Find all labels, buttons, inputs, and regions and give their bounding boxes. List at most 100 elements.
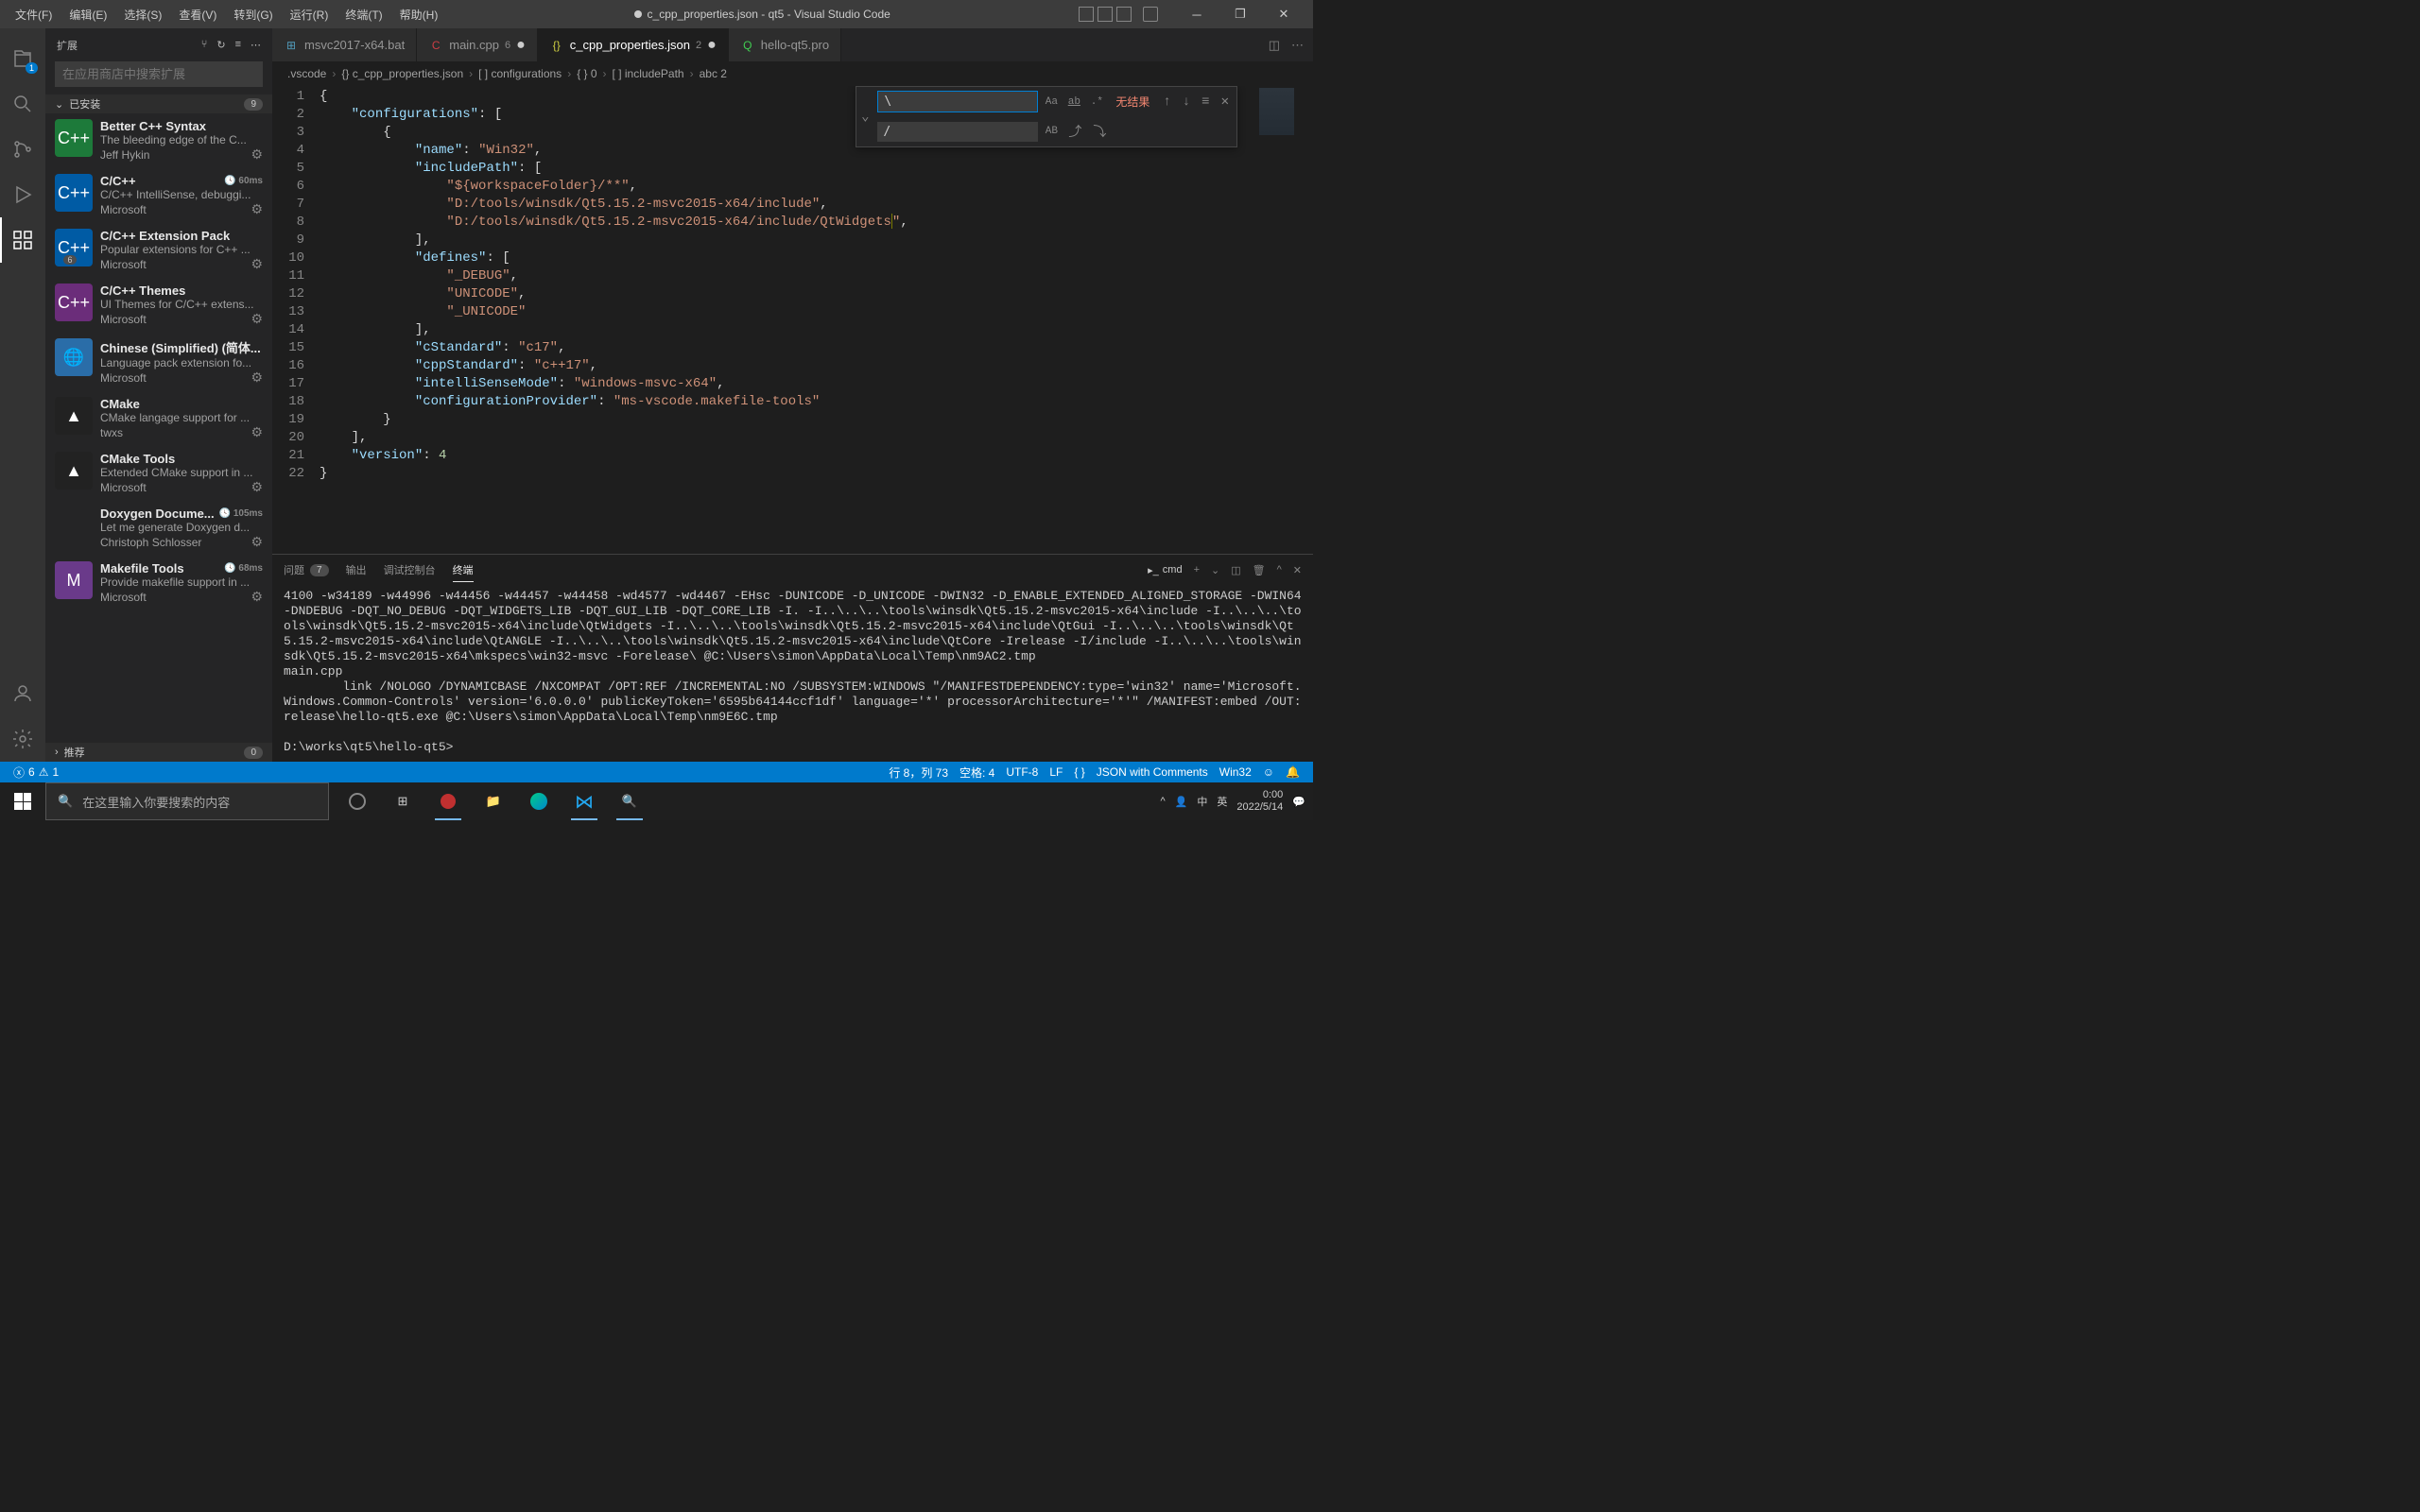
- extensions-search-input[interactable]: [55, 61, 263, 87]
- notifications-icon[interactable]: 💬: [1292, 796, 1305, 808]
- breadcrumb-item[interactable]: {} c_cpp_properties.json: [341, 67, 463, 80]
- terminal-shell-select[interactable]: ▸_ cmd: [1148, 564, 1182, 576]
- editor-tab[interactable]: Qhello-qt5.pro: [729, 28, 841, 61]
- more-actions-icon[interactable]: ⋯: [1291, 38, 1304, 53]
- gear-icon[interactable]: ⚙: [251, 589, 263, 605]
- filter-icon[interactable]: ⑂: [201, 39, 208, 51]
- panel-tab[interactable]: 调试控制台: [384, 558, 436, 581]
- tray-chevron-icon[interactable]: ^: [1160, 796, 1165, 807]
- task-view-icon[interactable]: ⊞: [382, 782, 424, 820]
- breadcrumb-item[interactable]: [ ] configurations: [478, 67, 562, 80]
- editor-body[interactable]: 12345678910111213141516171819202122 { "c…: [272, 86, 1313, 554]
- refresh-icon[interactable]: ↻: [216, 39, 225, 51]
- people-icon[interactable]: 👤: [1175, 796, 1188, 808]
- status-language[interactable]: JSON with Comments: [1091, 765, 1214, 781]
- find-in-selection-icon[interactable]: ≡: [1198, 93, 1213, 112]
- status-eol[interactable]: LF: [1044, 765, 1068, 781]
- everything-icon[interactable]: 🔍: [609, 782, 650, 820]
- new-terminal-icon[interactable]: +: [1194, 564, 1200, 576]
- layout-icon-3[interactable]: [1116, 7, 1132, 22]
- menu-item[interactable]: 选择(S): [116, 3, 169, 26]
- gear-icon[interactable]: ⚙: [251, 424, 263, 440]
- panel-tab[interactable]: 输出: [346, 558, 367, 581]
- replace-all-icon[interactable]: ⤵: [1089, 120, 1110, 143]
- breadcrumb[interactable]: .vscode›{} c_cpp_properties.json›[ ] con…: [272, 61, 1313, 86]
- terminal-dropdown-icon[interactable]: ⌄: [1211, 564, 1219, 576]
- recorder-app-icon[interactable]: [427, 782, 469, 820]
- clear-icon[interactable]: ≡: [235, 39, 241, 51]
- panel-tab[interactable]: 问题7: [284, 558, 329, 581]
- layout-icon-1[interactable]: [1079, 7, 1094, 22]
- replace-input[interactable]: [877, 122, 1038, 142]
- next-match-icon[interactable]: ↓: [1179, 93, 1194, 112]
- settings-gear-icon[interactable]: [0, 716, 45, 762]
- menu-item[interactable]: 编辑(E): [61, 3, 114, 26]
- editor-tab[interactable]: {}c_cpp_properties.json2●: [538, 28, 729, 61]
- menu-item[interactable]: 转到(G): [226, 3, 280, 26]
- replace-one-icon[interactable]: ⤴: [1064, 120, 1085, 143]
- editor-tab[interactable]: Cmain.cpp6●: [417, 28, 538, 61]
- tray-clock[interactable]: 0:00 2022/5/14: [1236, 789, 1283, 814]
- preserve-case-icon[interactable]: AB: [1042, 122, 1061, 141]
- split-editor-icon[interactable]: ◫: [1269, 38, 1280, 53]
- status-feedback-icon[interactable]: ☺: [1257, 765, 1280, 781]
- file-explorer-icon[interactable]: 📁: [473, 782, 514, 820]
- trash-icon[interactable]: 🗑: [1253, 564, 1266, 576]
- code-content[interactable]: { "configurations": [ { "name": "Win32",…: [320, 86, 1256, 554]
- gear-icon[interactable]: ⚙: [251, 146, 263, 163]
- gear-icon[interactable]: ⚙: [251, 311, 263, 327]
- extension-item[interactable]: M Makefile Tools🕓 68ms Provide makefile …: [45, 556, 272, 610]
- installed-section-header[interactable]: ⌄ 已安装 9: [45, 94, 272, 113]
- start-button[interactable]: [0, 782, 45, 820]
- gear-icon[interactable]: ⚙: [251, 534, 263, 550]
- match-word-icon[interactable]: ab: [1064, 93, 1083, 112]
- toggle-replace-icon[interactable]: ⌄: [856, 87, 873, 146]
- status-position[interactable]: 行 8，列 73: [883, 765, 954, 781]
- find-input[interactable]: [877, 91, 1038, 112]
- status-config[interactable]: Win32: [1214, 765, 1257, 781]
- breadcrumb-item[interactable]: { } 0: [577, 67, 596, 80]
- menu-item[interactable]: 帮助(H): [392, 3, 446, 26]
- run-debug-icon[interactable]: [0, 172, 45, 217]
- edge-icon[interactable]: [518, 782, 560, 820]
- windows-search-box[interactable]: 🔍 在这里输入你要搜索的内容: [45, 782, 329, 820]
- gear-icon[interactable]: ⚙: [251, 369, 263, 386]
- ime-lang1[interactable]: 中: [1197, 794, 1207, 809]
- extension-item[interactable]: C++ C/C++ Themes UI Themes for C/C++ ext…: [45, 278, 272, 333]
- minimize-button[interactable]: ─: [1175, 0, 1219, 28]
- ime-lang2[interactable]: 英: [1217, 794, 1227, 809]
- extensions-icon[interactable]: [0, 217, 45, 263]
- vscode-app-icon[interactable]: ⋈: [563, 782, 605, 820]
- extension-item[interactable]: 🌐 Chinese (Simplified) (简体... Language p…: [45, 333, 272, 391]
- maximize-button[interactable]: ❐: [1219, 0, 1262, 28]
- prev-match-icon[interactable]: ↑: [1159, 93, 1174, 112]
- status-spaces[interactable]: 空格: 4: [954, 765, 1000, 781]
- extension-item[interactable]: C++6 C/C++ Extension Pack Popular extens…: [45, 223, 272, 278]
- accounts-icon[interactable]: [0, 671, 45, 716]
- status-errors[interactable]: ⓧ6 ⚠1: [8, 765, 64, 781]
- split-terminal-icon[interactable]: ◫: [1231, 564, 1240, 576]
- layout-icon-2[interactable]: [1098, 7, 1113, 22]
- menu-item[interactable]: 查看(V): [171, 3, 224, 26]
- menu-item[interactable]: 文件(F): [8, 3, 60, 26]
- breadcrumb-item[interactable]: .vscode: [287, 67, 326, 80]
- minimap[interactable]: [1256, 86, 1313, 554]
- extension-item[interactable]: C++ C/C++🕓 60ms C/C++ IntelliSense, debu…: [45, 168, 272, 223]
- status-bell-icon[interactable]: 🔔: [1280, 765, 1305, 781]
- terminal-output[interactable]: 4100 -w34189 -w44996 -w44456 -w44457 -w4…: [272, 585, 1313, 762]
- close-button[interactable]: ✕: [1262, 0, 1305, 28]
- panel-tab[interactable]: 终端: [453, 558, 474, 582]
- status-lang-icon[interactable]: { }: [1068, 765, 1090, 781]
- search-icon[interactable]: [0, 81, 45, 127]
- breadcrumb-item[interactable]: [ ] includePath: [613, 67, 684, 80]
- status-encoding[interactable]: UTF-8: [1000, 765, 1044, 781]
- source-control-icon[interactable]: [0, 127, 45, 172]
- recommended-section-header[interactable]: › 推荐 0: [45, 743, 272, 762]
- maximize-panel-icon[interactable]: ^: [1277, 564, 1282, 576]
- editor-tab[interactable]: ⊞msvc2017-x64.bat: [272, 28, 417, 61]
- explorer-icon[interactable]: 1: [0, 36, 45, 81]
- gear-icon[interactable]: ⚙: [251, 479, 263, 495]
- layout-icon-4[interactable]: [1143, 7, 1158, 22]
- extension-item[interactable]: ▲ CMake CMake langage support for ... tw…: [45, 391, 272, 446]
- gear-icon[interactable]: ⚙: [251, 201, 263, 217]
